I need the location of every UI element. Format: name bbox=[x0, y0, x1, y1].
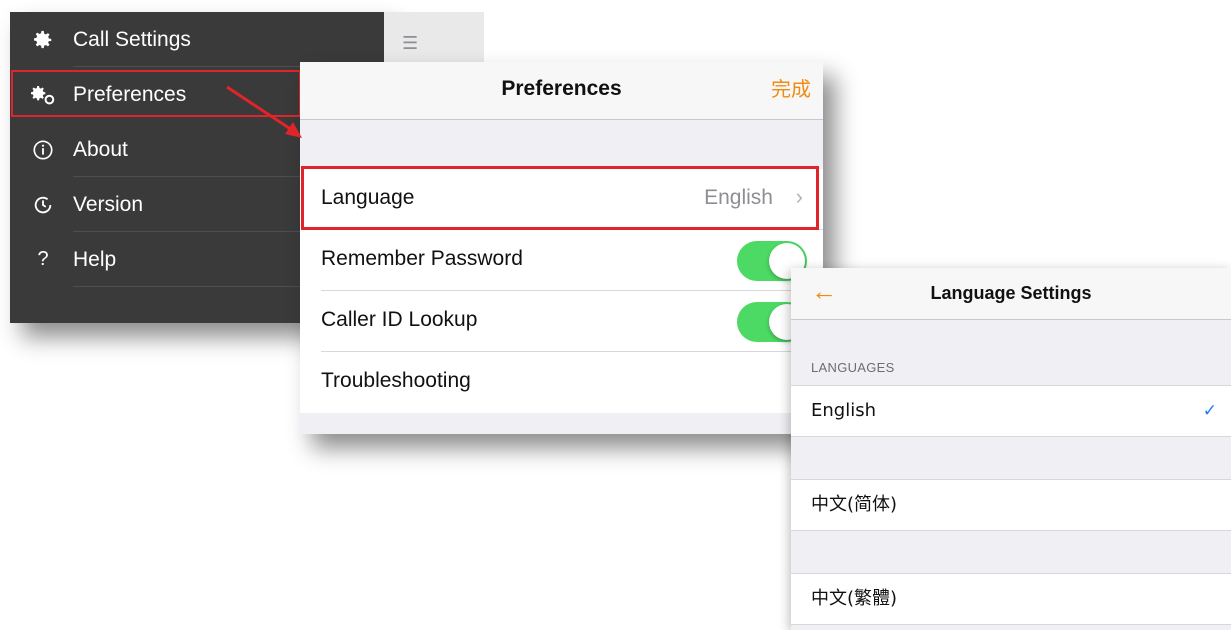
clock-icon bbox=[28, 177, 58, 232]
preferences-panel: Preferences 完成 Language English › Rememb… bbox=[300, 62, 823, 434]
row-label: Troubleshooting bbox=[321, 369, 471, 392]
language-settings-panel: Language Settings ← LANGUAGES English ✓ … bbox=[791, 268, 1231, 630]
preference-row-troubleshooting[interactable]: Troubleshooting bbox=[300, 352, 823, 413]
menu-item-label: About bbox=[73, 138, 128, 161]
language-label: English bbox=[811, 400, 876, 421]
menu-item-label: Help bbox=[73, 248, 117, 271]
section-header: LANGUAGES bbox=[811, 360, 895, 375]
hamburger-icon[interactable]: ☰ bbox=[402, 34, 424, 52]
done-button[interactable]: 完成 bbox=[771, 62, 811, 119]
row-label: Caller ID Lookup bbox=[321, 308, 478, 331]
question-icon: ? bbox=[37, 248, 49, 270]
back-arrow-icon[interactable]: ← bbox=[811, 268, 837, 319]
row-label: Remember Password bbox=[321, 247, 523, 270]
gear-icon bbox=[28, 12, 58, 67]
menu-item-label: Call Settings bbox=[73, 28, 191, 51]
info-icon bbox=[28, 122, 58, 177]
menu-item-label: Version bbox=[73, 193, 144, 216]
language-option-english[interactable]: English ✓ bbox=[791, 385, 1231, 437]
language-option-simplified-chinese[interactable]: 中文(简体) bbox=[791, 479, 1231, 531]
language-highlight-box bbox=[301, 166, 819, 230]
preferences-highlight-box bbox=[11, 70, 301, 117]
menu-item-call-settings[interactable]: Call Settings bbox=[10, 12, 384, 67]
language-option-traditional-chinese[interactable]: 中文(繁體) bbox=[791, 573, 1231, 625]
preference-row-caller-id: Caller ID Lookup bbox=[300, 291, 823, 352]
language-nav-bar: Language Settings ← bbox=[791, 268, 1231, 320]
preferences-nav-bar: Preferences 完成 bbox=[300, 62, 823, 120]
page-title: Preferences bbox=[501, 77, 622, 100]
language-label: 中文(简体) bbox=[811, 494, 898, 515]
checkmark-icon: ✓ bbox=[1202, 401, 1217, 420]
language-label: 中文(繁體) bbox=[811, 588, 898, 609]
page-title: Language Settings bbox=[930, 283, 1092, 303]
preference-row-remember-password: Remember Password bbox=[300, 230, 823, 291]
